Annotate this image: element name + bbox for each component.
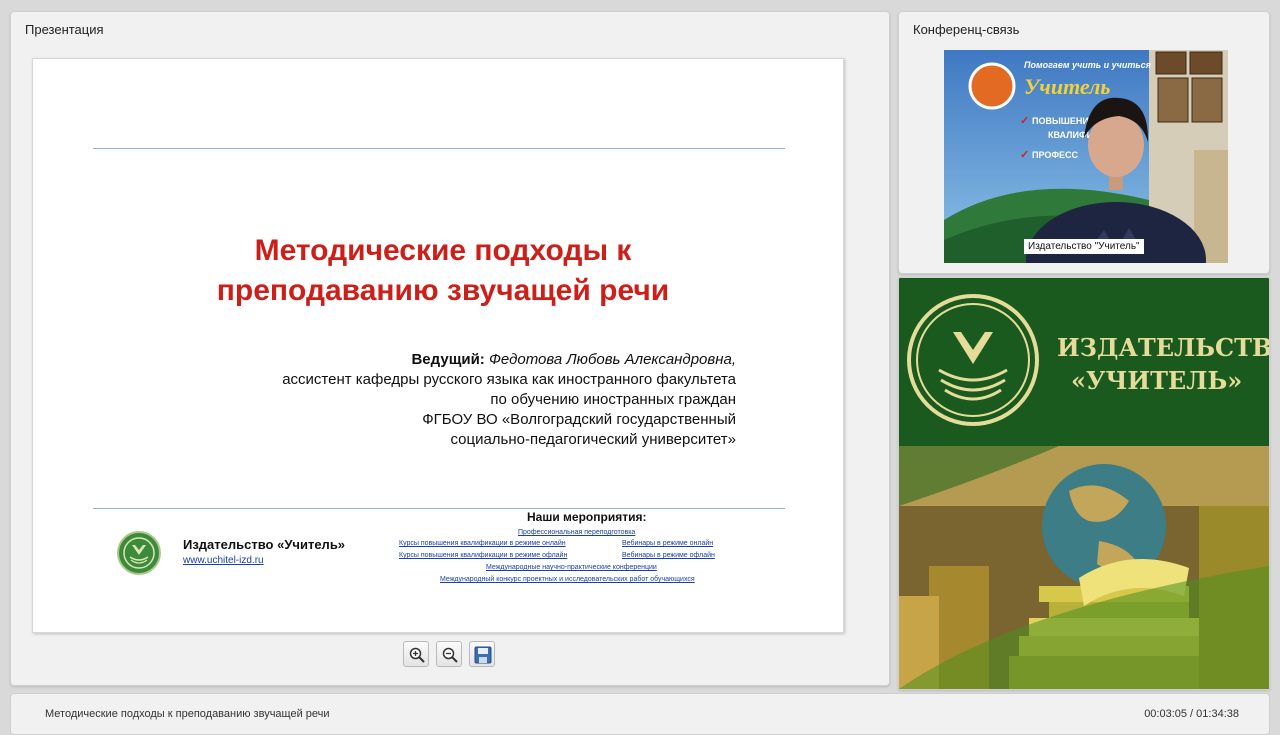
zoom-in-icon	[409, 647, 425, 663]
banner-word: Учитель	[1024, 74, 1110, 99]
publisher-url-link[interactable]: www.uchitel-izd.ru	[183, 555, 264, 566]
zoom-out-icon	[442, 647, 458, 663]
banner-line1: Помогаем учить и учиться	[1024, 60, 1152, 70]
floppy-disk-icon	[474, 646, 492, 664]
publisher-name: Издательство «Учитель»	[183, 537, 346, 552]
slide-title-line2: преподаванию звучащей речи	[216, 274, 670, 307]
presenter-name: Федотова Любовь Александровна,	[488, 351, 736, 368]
publisher-banner-top: ИЗДАТЕЛЬСТВО «УЧИТЕЛЬ»	[899, 278, 1269, 446]
banner-item3: ПРОФЕСС	[1032, 150, 1079, 160]
event-link[interactable]: Вебинары в режиме офлайн	[622, 552, 715, 559]
svg-text:✓: ✓	[1020, 149, 1029, 161]
playback-time: 00:03:05 / 01:34:38	[1144, 708, 1239, 720]
event-link[interactable]: Курсы повышения квалификации в режиме оф…	[399, 552, 567, 559]
presentation-panel: Презентация Методические подходы к препо…	[10, 11, 890, 686]
brand-line2: «УЧИТЕЛЬ»	[1071, 366, 1243, 395]
zoom-in-button[interactable]	[403, 641, 429, 667]
presenter-line3: по обучению иностранных граждан	[490, 391, 736, 408]
presenter-label: Ведущий:	[411, 351, 485, 368]
presenter-line5: социально-педагогический университет»	[450, 431, 736, 448]
books-globe-image	[899, 446, 1269, 689]
banner-item1: ПОВЫШЕНИЕ	[1032, 116, 1095, 126]
presentation-slide: Методические подходы к преподаванию звуч…	[32, 58, 844, 633]
slide-title-line1: Методические подходы к	[254, 234, 632, 267]
zoom-out-button[interactable]	[436, 641, 462, 667]
svg-text:✓: ✓	[1020, 115, 1029, 127]
publisher-emblem-icon	[907, 294, 1039, 426]
conference-panel-title: Конференц-связь	[913, 22, 1020, 37]
presentation-panel-title: Презентация	[25, 22, 104, 37]
publisher-logo-icon	[117, 531, 161, 575]
event-link[interactable]: Международный конкурс проектных и исслед…	[440, 576, 695, 583]
slide-bottom-rule	[93, 508, 785, 509]
presenter-line2: ассистент кафедры русского языка как ино…	[282, 371, 736, 388]
webcam-scene: Помогаем учить и учиться Учитель ПОВЫШЕН…	[944, 50, 1228, 263]
event-link[interactable]: Курсы повышения квалификации в режиме он…	[399, 540, 566, 547]
publisher-banner-panel: ИЗДАТЕЛЬСТВО «УЧИТЕЛЬ»	[898, 277, 1270, 690]
presenter-line4: ФГБОУ ВО «Волгоградский государственный	[422, 411, 736, 428]
event-link[interactable]: Вебинары в режиме онлайн	[622, 540, 713, 547]
events-title: Наши мероприятия:	[527, 510, 647, 524]
slide-top-rule	[93, 148, 785, 149]
recording-title: Методические подходы к преподаванию звуч…	[45, 708, 330, 720]
event-link[interactable]: Международные научно-практические конфер…	[486, 564, 657, 571]
books-globe-illustration	[899, 446, 1269, 689]
brand-line1: ИЗДАТЕЛЬСТВО	[1057, 333, 1270, 362]
webcam-video[interactable]: Помогаем учить и учиться Учитель ПОВЫШЕН…	[944, 50, 1228, 263]
conference-panel: Конференц-связь Помогаем учить и учиться…	[898, 11, 1270, 274]
playback-bar: Методические подходы к преподаванию звуч…	[10, 693, 1270, 735]
presenter-block: Ведущий: Федотова Любовь Александровна, …	[136, 350, 736, 450]
video-caption: Издательство "Учитель"	[1024, 239, 1144, 254]
save-button[interactable]	[469, 641, 495, 667]
event-link[interactable]: Профессиональная переподготовка	[518, 529, 635, 536]
slide-title: Методические подходы к преподаванию звуч…	[113, 231, 773, 311]
